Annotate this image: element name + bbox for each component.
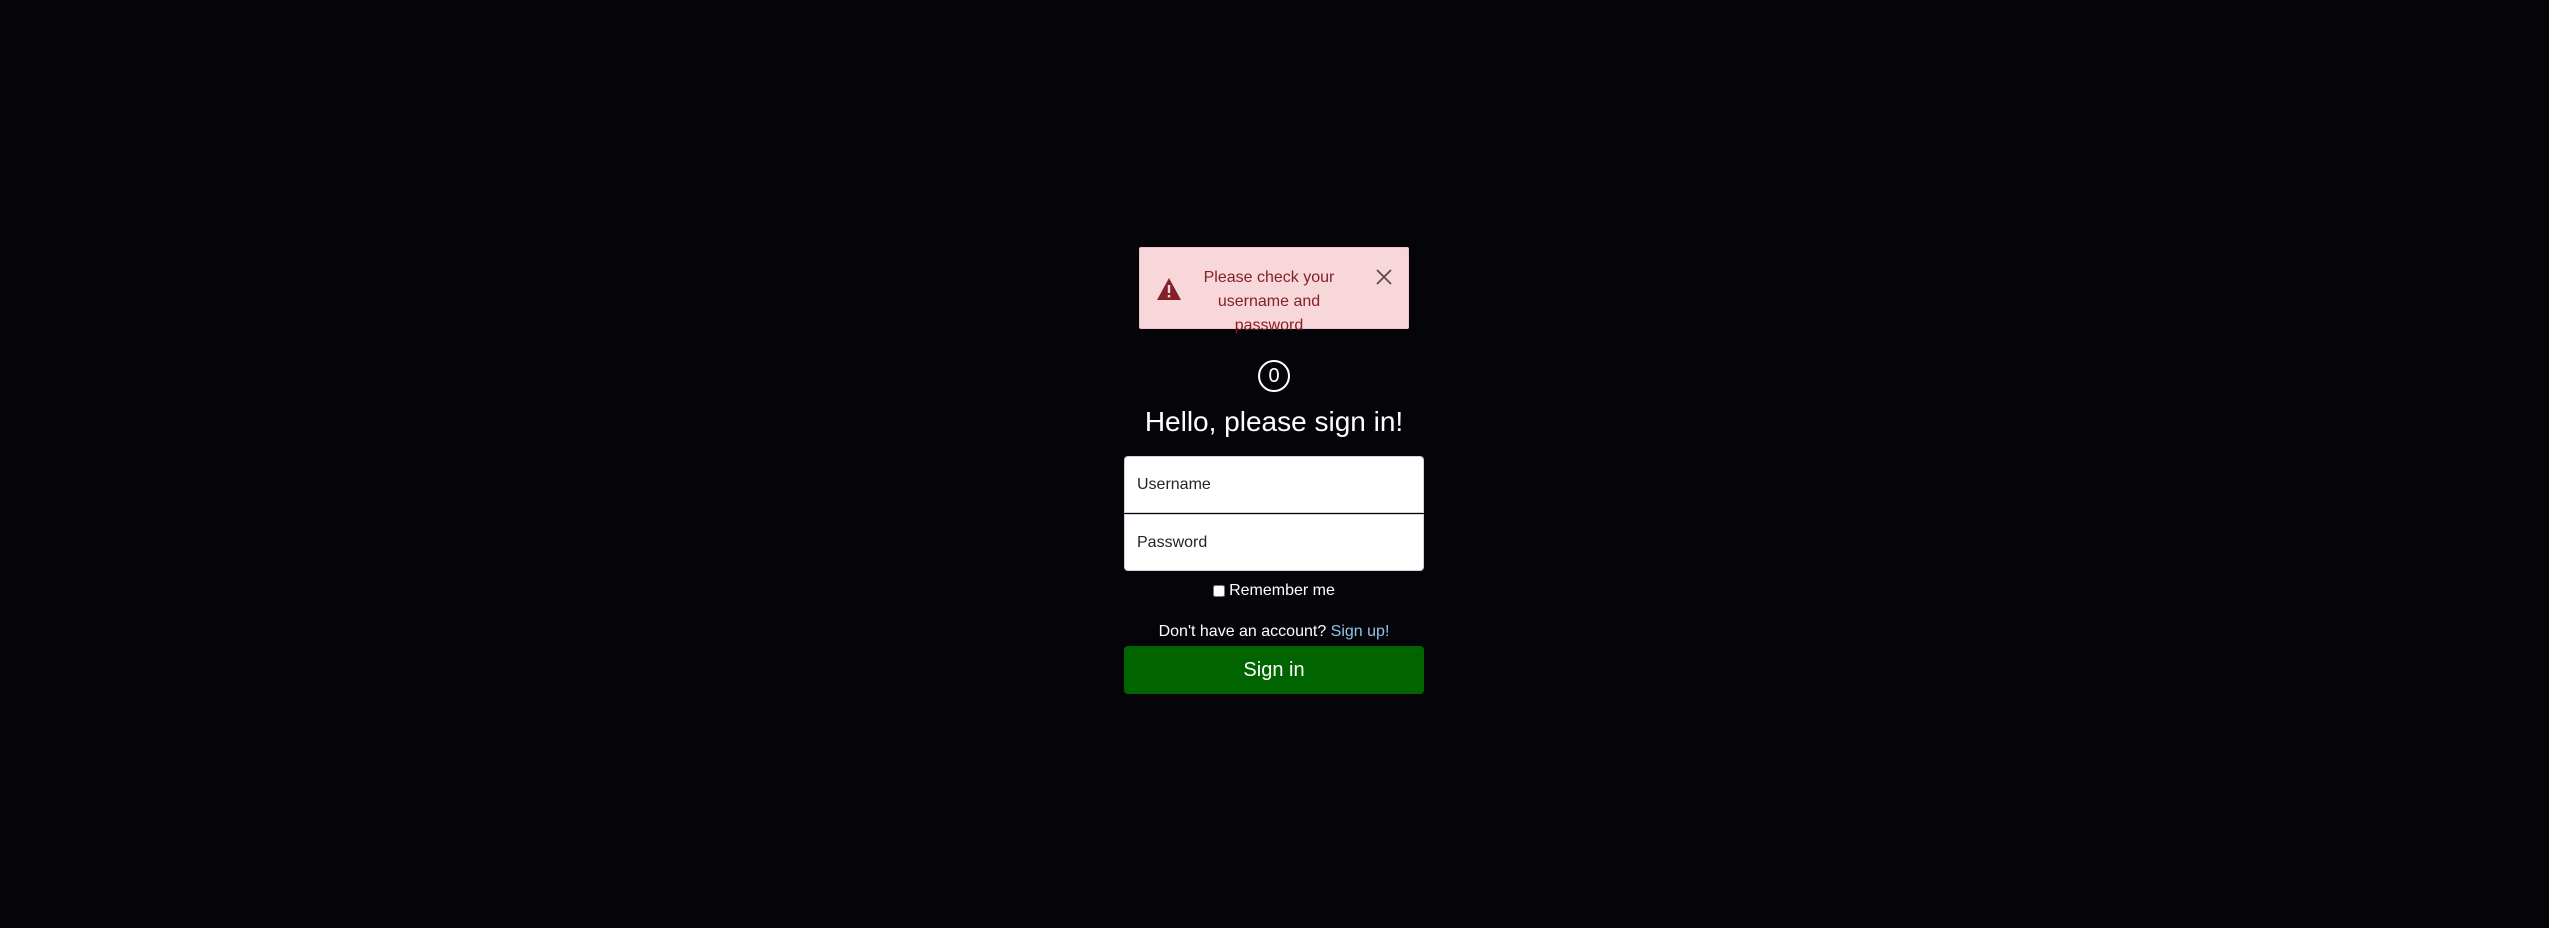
signup-link[interactable]: Sign up! <box>1331 623 1390 640</box>
remember-me-checkbox[interactable] <box>1213 585 1226 597</box>
alert-message: Please check your username and password <box>1203 269 1335 334</box>
page-title: Hello, please sign in! <box>1144 406 1404 437</box>
username-input[interactable] <box>1124 456 1424 513</box>
password-input[interactable] <box>1124 514 1424 571</box>
signup-prompt: Don't have an account? <box>1158 623 1327 640</box>
login-page: Please check your username and password … <box>0 0 2549 928</box>
close-icon[interactable] <box>1372 265 1396 289</box>
login-form-container: Please check your username and password … <box>1124 247 1424 694</box>
remember-me-label: Remember me <box>1229 582 1335 599</box>
warning-triangle-icon <box>1156 277 1182 301</box>
remember-me: Remember me <box>1124 582 1424 600</box>
error-alert: Please check your username and password <box>1139 247 1409 334</box>
sign-in-button[interactable]: Sign in <box>1124 646 1424 694</box>
logo: 0 <box>1258 360 1290 392</box>
signup-prompt-line: Don't have an account? Sign up! <box>1124 622 1424 642</box>
